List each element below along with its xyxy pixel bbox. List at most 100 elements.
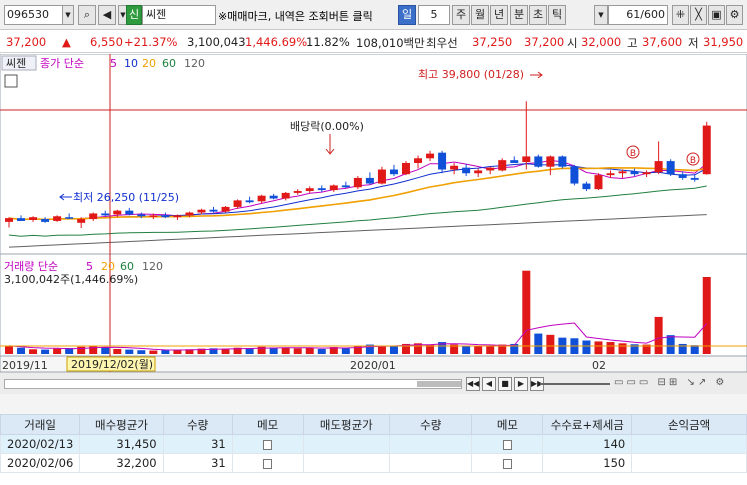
column-header-3[interactable]: 메모 bbox=[231, 414, 304, 435]
volume-bar[interactable] bbox=[389, 345, 398, 354]
column-header-1[interactable]: 매수평균가 bbox=[79, 414, 164, 435]
candle-body[interactable] bbox=[149, 215, 158, 217]
period-button-6[interactable]: 초 bbox=[529, 5, 547, 25]
column-header-0[interactable]: 거래일 bbox=[0, 414, 81, 435]
volume-bar[interactable] bbox=[462, 345, 471, 354]
candle-body[interactable] bbox=[341, 185, 350, 188]
period-button-1[interactable]: 5 bbox=[418, 5, 450, 25]
candle-body[interactable] bbox=[245, 200, 254, 203]
table-row[interactable]: 2020/02/13 31,450 31 140 bbox=[0, 434, 747, 454]
volume-bar[interactable] bbox=[53, 348, 62, 354]
volume-bar[interactable] bbox=[41, 349, 50, 354]
candle-body[interactable] bbox=[558, 156, 567, 167]
playback-control-3[interactable]: ▶ bbox=[514, 377, 528, 391]
candle-body[interactable] bbox=[450, 165, 459, 170]
candle-body[interactable] bbox=[618, 171, 627, 174]
column-header-2[interactable]: 수량 bbox=[162, 414, 233, 435]
grid-toggle-icon[interactable] bbox=[4, 74, 18, 88]
volume-bar[interactable] bbox=[474, 346, 483, 354]
sell-memo-icon[interactable] bbox=[471, 453, 544, 473]
code-dropdown-arrow[interactable]: ▼ bbox=[62, 5, 74, 25]
volume-bar[interactable] bbox=[281, 347, 290, 354]
playback-control-0[interactable]: ◀◀ bbox=[466, 377, 480, 391]
column-header-4[interactable]: 매도평균가 bbox=[302, 414, 391, 435]
column-header-5[interactable]: 수량 bbox=[388, 414, 473, 435]
volume-bar[interactable] bbox=[341, 348, 350, 354]
buy-memo-icon[interactable] bbox=[231, 453, 304, 473]
candle-body[interactable] bbox=[89, 213, 98, 220]
scroll-thumb[interactable] bbox=[417, 381, 461, 387]
candle-body[interactable] bbox=[462, 167, 471, 174]
period-dropdown-icon[interactable]: ▼ bbox=[594, 5, 608, 25]
memo-icon[interactable] bbox=[502, 458, 512, 469]
candle-body[interactable] bbox=[606, 173, 615, 176]
period-button-0[interactable]: 일 bbox=[398, 5, 416, 25]
candle-body[interactable] bbox=[438, 152, 447, 170]
volume-bar[interactable] bbox=[245, 348, 254, 354]
candle-body[interactable] bbox=[161, 215, 170, 218]
candle-body[interactable] bbox=[53, 216, 62, 221]
candle-body[interactable] bbox=[377, 169, 386, 184]
candle-body[interactable] bbox=[269, 195, 278, 199]
candle-body[interactable] bbox=[305, 188, 314, 192]
memo-icon[interactable] bbox=[263, 439, 273, 450]
candle-body[interactable] bbox=[281, 192, 290, 199]
volume-bar[interactable] bbox=[89, 345, 98, 354]
candle-body[interactable] bbox=[233, 200, 242, 207]
candle-body[interactable] bbox=[426, 153, 435, 159]
period-button-3[interactable]: 월 bbox=[471, 5, 489, 25]
candle-body[interactable] bbox=[125, 210, 134, 215]
candle-body[interactable] bbox=[353, 177, 362, 188]
volume-bar[interactable] bbox=[305, 347, 314, 354]
playback-control-2[interactable]: ■ bbox=[498, 377, 512, 391]
candle-body[interactable] bbox=[630, 171, 639, 175]
playback-control-1[interactable]: ◀ bbox=[482, 377, 496, 391]
chart-canvas[interactable]: 씨젠 종가 단순 5 10 20 60 120 최고 39,800 (01/28) 배당락(0.… bbox=[0, 53, 747, 373]
candle-body[interactable] bbox=[137, 214, 146, 217]
buy-memo-icon[interactable] bbox=[231, 434, 304, 454]
volume-bar[interactable] bbox=[101, 347, 110, 354]
candle-body[interactable] bbox=[317, 188, 326, 191]
candle-body[interactable] bbox=[209, 209, 218, 212]
candle-body[interactable] bbox=[582, 183, 591, 190]
save-icon[interactable]: ▣ bbox=[708, 5, 725, 25]
candle-body[interactable] bbox=[642, 172, 651, 175]
candle-body[interactable] bbox=[666, 161, 675, 175]
candle-body[interactable] bbox=[5, 218, 13, 222]
candle-body[interactable] bbox=[197, 209, 206, 213]
volume-bar[interactable] bbox=[377, 346, 386, 354]
stock-chart[interactable]: 씨젠 종가 단순 5 10 20 60 120 최고 39,800 (01/28) 배당락(0.… bbox=[0, 53, 747, 373]
candle-body[interactable] bbox=[185, 212, 194, 216]
speaker-icon[interactable]: ◀ bbox=[98, 5, 116, 25]
candle-body[interactable] bbox=[498, 160, 507, 171]
volume-bar[interactable] bbox=[317, 348, 326, 354]
period-button-4[interactable]: 년 bbox=[490, 5, 508, 25]
period-button-2[interactable]: 주 bbox=[452, 5, 470, 25]
volume-bar[interactable] bbox=[678, 343, 687, 354]
candle-body[interactable] bbox=[293, 191, 302, 193]
search-icon[interactable]: ⌕ bbox=[78, 5, 96, 25]
candle-body[interactable] bbox=[41, 219, 50, 222]
volume-bar[interactable] bbox=[702, 277, 711, 354]
column-header-8[interactable]: 손익금액 bbox=[631, 414, 747, 435]
chart-tool-icons[interactable]: ▭▭▭ ⊟⊞ ↘↗ ⚙ bbox=[614, 377, 742, 391]
candle-body[interactable] bbox=[474, 170, 483, 174]
candle-body[interactable] bbox=[594, 175, 603, 190]
period-button-7[interactable]: 틱 bbox=[548, 5, 566, 25]
volume-bar[interactable] bbox=[137, 350, 146, 354]
candle-body[interactable] bbox=[702, 125, 711, 175]
candle-body[interactable] bbox=[65, 217, 74, 219]
volume-bar[interactable] bbox=[522, 270, 531, 354]
column-header-6[interactable]: 메모 bbox=[471, 414, 544, 435]
volume-bar[interactable] bbox=[654, 316, 663, 354]
volume-bar[interactable] bbox=[17, 347, 26, 354]
sell-memo-icon[interactable] bbox=[471, 434, 544, 454]
candle-body[interactable] bbox=[329, 185, 338, 191]
zoom-slider[interactable] bbox=[540, 383, 610, 385]
volume-bar[interactable] bbox=[546, 334, 555, 354]
column-header-7[interactable]: 수수료+제세금 bbox=[542, 414, 633, 435]
volume-bar[interactable] bbox=[161, 349, 170, 354]
candle-body[interactable] bbox=[17, 218, 26, 221]
candle-body[interactable] bbox=[546, 156, 555, 167]
candle-body[interactable] bbox=[77, 219, 86, 223]
